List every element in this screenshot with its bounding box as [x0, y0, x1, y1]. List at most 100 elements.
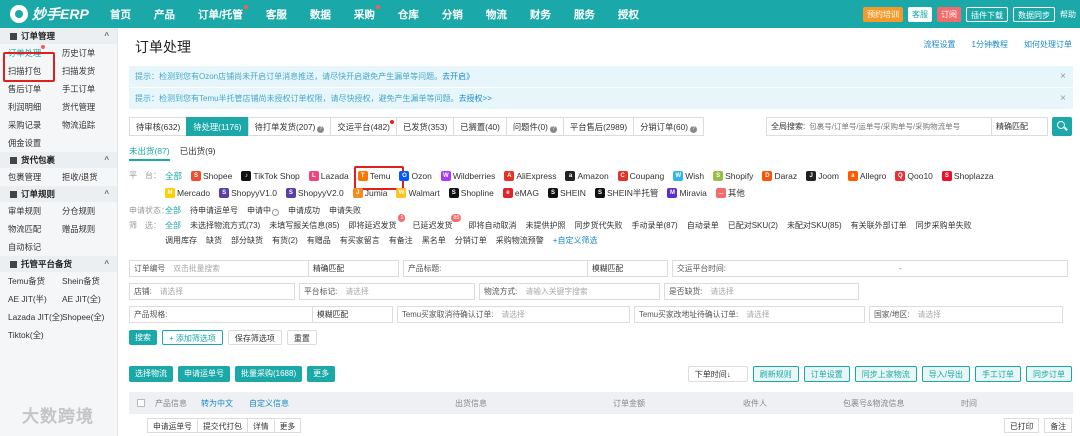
platform-emag[interactable]: e eMAG	[502, 187, 539, 198]
subtab-shipped[interactable]: 已出货(9)	[180, 145, 216, 161]
platform-shopee[interactable]: S Shopee	[191, 170, 232, 181]
filter-option[interactable]: 全部	[165, 220, 181, 231]
logistics-field[interactable]: 物流方式: 请输入关键字搜索	[479, 283, 660, 300]
subtab-unshipped[interactable]: 未出货(87)	[129, 145, 170, 161]
platform-shein[interactable]: S SHEIN	[547, 187, 586, 198]
sidebar-group[interactable]: 托管平台备货 ^	[0, 256, 117, 272]
translate-link[interactable]: 转为中文	[201, 398, 233, 409]
platform-wildberries[interactable]: W Wildberries	[440, 170, 495, 181]
sidebar-item[interactable]: Shopee(全)	[54, 311, 108, 323]
filter-option[interactable]: 同步货代失败	[574, 220, 622, 231]
sidebar-item[interactable]: 手工订单	[54, 83, 108, 95]
apply-waybill-button[interactable]: 申请运单号	[178, 366, 230, 382]
filter-option[interactable]: 有赠品	[307, 235, 331, 246]
row-more-button[interactable]: 更多	[273, 418, 302, 433]
sidebar-item[interactable]: Lazada JIT(全)	[0, 311, 63, 323]
note-button[interactable]: 备注	[1044, 418, 1072, 433]
platform-shopify[interactable]: S Shopify	[713, 170, 753, 181]
platform-tiktok-shop[interactable]: ♪ TikTok Shop	[241, 170, 300, 181]
tab-status[interactable]: 平台售后(2989)	[562, 117, 635, 136]
filter-option[interactable]: 已延迟发货 85	[412, 214, 462, 231]
customer-service-button[interactable]: 客服	[908, 6, 932, 22]
match-mode-select[interactable]: 精确匹配	[991, 118, 1047, 135]
nav-item[interactable]: 产品	[154, 7, 175, 22]
sort-select[interactable]: 下单时间↓	[687, 366, 748, 382]
sidebar-item[interactable]: 自动标记	[0, 241, 54, 253]
filter-option[interactable]: 未选择物流方式(73)	[190, 220, 260, 231]
how-to-link[interactable]: 如何处理订单	[1024, 39, 1072, 50]
nav-item[interactable]: 首页	[110, 7, 131, 22]
sidebar-item[interactable]: 物流追踪	[54, 119, 108, 131]
sidebar-group[interactable]: 订单管理 ^	[0, 28, 117, 44]
platform-shoplazza[interactable]: S Shoplazza	[941, 170, 994, 181]
product-title-field[interactable]: 产品标题: 模糊匹配	[403, 260, 668, 277]
order-settings-button[interactable]: 订单设置	[803, 366, 850, 382]
sidebar-item[interactable]: 利润明细	[0, 101, 54, 113]
printed-button[interactable]: 已打印	[1004, 418, 1040, 433]
tab-status[interactable]: 已搁置(40)	[453, 117, 507, 136]
row-apply-waybill-button[interactable]: 申请运单号	[147, 418, 198, 433]
sidebar-item[interactable]: 审单规则	[0, 205, 54, 217]
platform-jumia[interactable]: J Jumia	[352, 187, 387, 198]
reset-button[interactable]: 重置	[286, 330, 317, 345]
filter-option[interactable]: 同步采购单失败	[916, 220, 972, 231]
filter-option[interactable]: 部分缺货	[231, 235, 263, 246]
close-icon[interactable]: ×	[1060, 88, 1066, 109]
platform-mercado[interactable]: M Mercado	[165, 187, 210, 198]
filter-option[interactable]: 手动录单(87)	[631, 220, 677, 231]
platform-miravia[interactable]: M Miravia	[667, 187, 707, 198]
sidebar-item[interactable]: 佣金设置	[0, 137, 54, 149]
sidebar-item[interactable]: 赠品规则	[54, 223, 108, 235]
spec-field[interactable]: 产品规格: 模糊匹配	[129, 306, 393, 323]
sidebar-group[interactable]: 货代包裹 ^	[0, 152, 117, 168]
sidebar-item[interactable]: 售后订单	[0, 83, 54, 95]
order-no-field[interactable]: 订单编号 双击批量搜索 精确匹配	[129, 260, 399, 277]
platform-amazon[interactable]: a Amazon	[565, 170, 609, 181]
nav-item[interactable]: 分销	[442, 7, 463, 22]
sidebar-item[interactable]: 扫描发货	[54, 65, 108, 77]
tab-status[interactable]: 待处理(1176)	[186, 117, 249, 136]
platform-coupang[interactable]: C Coupang	[617, 170, 664, 181]
help-link[interactable]: 帮助	[1060, 9, 1076, 20]
chevron-up-icon[interactable]: ^	[104, 256, 109, 272]
ship-time-field[interactable]: 交运平台时间: -	[672, 260, 1068, 277]
sidebar-item[interactable]: Tiktok(全)	[0, 329, 54, 341]
platform-walmart[interactable]: W Walmart	[396, 187, 440, 198]
filter-option[interactable]: +自定义筛选	[553, 235, 598, 246]
product-title-mode-select[interactable]: 模糊匹配	[587, 261, 667, 276]
notice-temu-link[interactable]: 去授权>>	[459, 94, 492, 103]
filter-option[interactable]: 未填写报关信息(85)	[269, 220, 339, 231]
spec-mode-select[interactable]: 模糊匹配	[312, 307, 392, 322]
notice-ozon-link[interactable]: 去开启》	[442, 72, 474, 81]
filter-option[interactable]: 自动录单	[687, 220, 719, 231]
platform-allegro[interactable]: a Allegro	[847, 170, 886, 181]
sync-order-button[interactable]: 同步订单	[1026, 366, 1072, 382]
manual-order-button[interactable]: 手工订单	[975, 366, 1021, 382]
sidebar-group[interactable]: 订单规则 ^	[0, 186, 117, 202]
import-export-button[interactable]: 导入/导出	[921, 366, 970, 382]
nav-item[interactable]: 订单/托管	[198, 4, 248, 22]
global-search-input[interactable]	[809, 122, 991, 131]
platform-tag-field[interactable]: 平台标记: 请选择	[299, 283, 475, 300]
order-no-mode-select[interactable]: 精确匹配	[308, 261, 398, 276]
platform-temu[interactable]: T Temu	[353, 165, 404, 190]
filter-option[interactable]: 分销订单	[455, 235, 487, 246]
sidebar-item[interactable]: Temu备货	[0, 275, 54, 287]
filter-option[interactable]: 已配对SKU(2)	[728, 220, 778, 231]
platform-daraz[interactable]: D Daraz	[762, 170, 797, 181]
tab-status[interactable]: 问题件(0)?	[505, 117, 564, 136]
tab-status[interactable]: 待打单发货(207)?	[247, 117, 332, 136]
filter-option[interactable]: 即将延迟发货 1	[348, 214, 406, 231]
nav-item[interactable]: 服务	[574, 7, 595, 22]
brand-logo[interactable]: 妙手ERP	[0, 0, 110, 28]
more-button[interactable]: 更多	[307, 366, 336, 382]
filter-option[interactable]: 未提供护照	[525, 220, 565, 231]
filter-option[interactable]: 有关联外部订单	[851, 220, 907, 231]
sidebar-item[interactable]: AE JIT(全)	[54, 293, 108, 305]
platform-joom[interactable]: J Joom	[806, 170, 839, 181]
filter-option[interactable]: 有货(2)	[272, 235, 298, 246]
filter-option[interactable]: 缺货	[206, 235, 222, 246]
appointment-button[interactable]: 预约培训	[863, 6, 903, 22]
refresh-rules-button[interactable]: 刷新规则	[752, 366, 799, 382]
filter-option[interactable]: 即将自动取消	[468, 220, 516, 231]
